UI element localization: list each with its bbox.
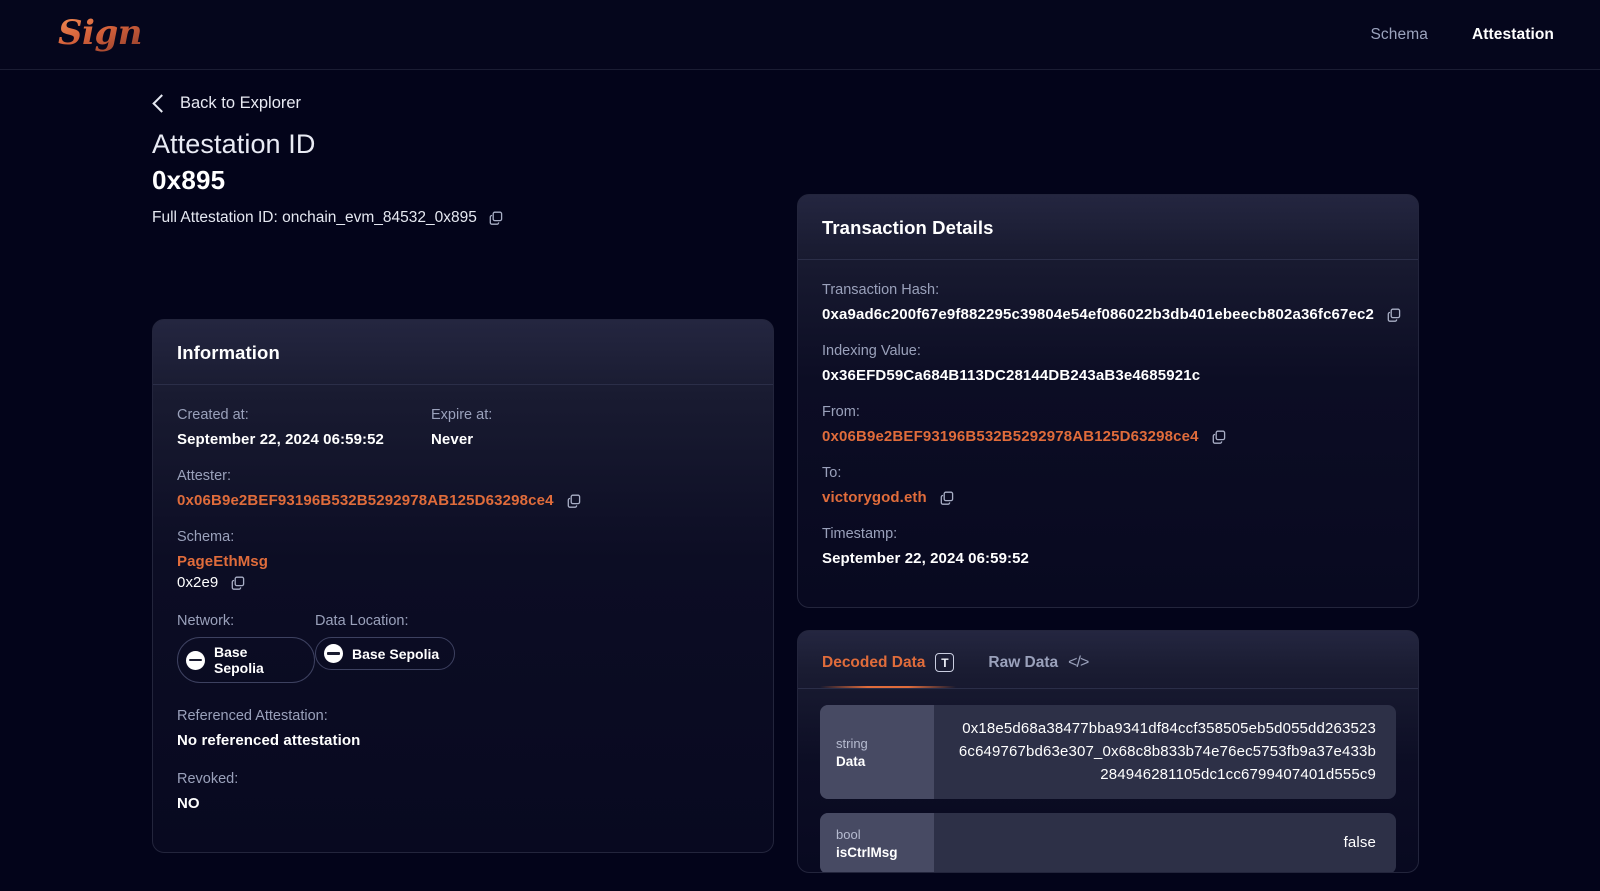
code-brackets-icon: </> [1068, 653, 1089, 671]
schema-name-link[interactable]: PageEthMsg [177, 553, 749, 570]
transaction-hash-value: 0xa9ad6c200f67e9f882295c39804e54ef086022… [822, 306, 1375, 323]
transaction-details-body: Transaction Hash: 0xa9ad6c200f67e9f88229… [798, 260, 1418, 591]
to-value-row: victorygod.eth [822, 489, 1394, 506]
tab-raw-data[interactable]: Raw Data </> [988, 653, 1089, 672]
data-location-label: Data Location: [315, 613, 409, 629]
transaction-details-card: Transaction Details Transaction Hash: 0x… [797, 194, 1419, 608]
information-card-body: Created at: September 22, 2024 06:59:52 … [153, 385, 773, 836]
decoded-data-value: 0x18e5d68a38477bba9341df84ccf358505eb5d0… [958, 720, 1376, 783]
information-card-title: Information [177, 342, 280, 363]
top-navigation-bar: Sign Schema Attestation [0, 0, 1600, 70]
created-expire-row: Created at: September 22, 2024 06:59:52 … [177, 407, 749, 448]
decoded-data-name: isCtrlMsg [836, 845, 898, 861]
base-chain-icon [324, 644, 343, 663]
from-address-link[interactable]: 0x06B9e2BEF93196B532B5292978AB125D63298c… [822, 428, 1199, 445]
page-title: Attestation ID [152, 129, 316, 159]
to-address-link[interactable]: victorygod.eth [822, 489, 927, 506]
schema-id-row: 0x2e9 [177, 574, 749, 591]
copy-icon[interactable] [230, 575, 246, 591]
revoked-label: Revoked: [177, 771, 239, 787]
transaction-details-header: Transaction Details [798, 195, 1418, 260]
referenced-attestation-value: No referenced attestation [177, 732, 361, 749]
network-location-row: Network: Base Sepolia Data Location: Bas… [177, 613, 749, 683]
indexing-value-label: Indexing Value: [822, 343, 921, 359]
tab-raw-data-label: Raw Data [988, 653, 1059, 671]
revoked-value: NO [177, 795, 200, 812]
back-to-explorer-label: Back to Explorer [180, 94, 302, 112]
copy-icon[interactable] [1386, 307, 1402, 323]
data-location-field: Data Location: Base Sepolia [315, 613, 749, 683]
attestation-id-value: 0x895 [152, 164, 226, 195]
copy-icon[interactable] [939, 490, 955, 506]
transaction-hash-row: 0xa9ad6c200f67e9f882295c39804e54ef086022… [822, 306, 1401, 323]
copy-icon[interactable] [1211, 429, 1227, 445]
decoded-data-value: false [1343, 834, 1376, 852]
transaction-details-title: Transaction Details [822, 217, 994, 238]
to-field: To: victorygod.eth [822, 465, 1394, 506]
information-card-header: Information [153, 320, 773, 385]
chevron-left-icon [152, 94, 171, 113]
decoded-data-name: Data [836, 753, 866, 769]
from-label: From: [822, 404, 860, 420]
page-title-block: Attestation ID 0x895 Full Attestation ID… [152, 128, 504, 227]
attester-value-row: 0x06B9e2BEF93196B532B5292978AB125D63298c… [177, 492, 749, 509]
timestamp-label: Timestamp: [822, 526, 898, 542]
tab-decoded-data-label: Decoded Data [822, 653, 926, 671]
from-value-row: 0x06B9e2BEF93196B532B5292978AB125D63298c… [822, 428, 1394, 445]
decoded-data-list: string Data 0x18e5d68a38477bba9341df84cc… [798, 689, 1418, 872]
expire-at-field: Expire at: Never [431, 407, 749, 448]
created-at-value: September 22, 2024 06:59:52 [177, 431, 384, 448]
decoded-data-row: string Data 0x18e5d68a38477bba9341df84cc… [820, 705, 1396, 800]
decoded-data-key-cell: string Data [820, 705, 934, 800]
schema-id-value: 0x2e9 [177, 574, 219, 591]
full-attestation-id-row: Full Attestation ID: onchain_evm_84532_0… [152, 209, 504, 227]
network-badge-label: Base Sepolia [214, 644, 264, 676]
from-field: From: 0x06B9e2BEF93196B532B5292978AB125D… [822, 404, 1394, 445]
attester-label: Attester: [177, 468, 231, 484]
copy-icon[interactable] [566, 493, 582, 509]
timestamp-value: September 22, 2024 06:59:52 [822, 550, 1029, 567]
data-panel-tabs: Decoded Data T Raw Data </> [798, 631, 1418, 689]
transaction-hash-field: Transaction Hash: 0xa9ad6c200f67e9f88229… [822, 282, 1401, 323]
network-badge[interactable]: Base Sepolia [177, 637, 315, 683]
attester-address-link[interactable]: 0x06B9e2BEF93196B532B5292978AB125D63298c… [177, 492, 554, 509]
created-at-label: Created at: [177, 407, 249, 423]
attester-field: Attester: 0x06B9e2BEF93196B532B5292978AB… [177, 468, 749, 509]
tab-decoded-data[interactable]: Decoded Data T [819, 653, 957, 688]
decoded-data-row: bool isCtrlMsg false [820, 813, 1396, 872]
nav-link-attestation[interactable]: Attestation [1472, 26, 1554, 44]
data-location-badge[interactable]: Base Sepolia [315, 637, 456, 670]
expire-at-label: Expire at: [431, 407, 493, 423]
expire-at-value: Never [431, 431, 474, 448]
indexing-value-value: 0x36EFD59Ca684B113DC28144DB243aB3e468592… [822, 367, 1201, 384]
back-to-explorer-link[interactable]: Back to Explorer [152, 94, 301, 113]
transaction-hash-label: Transaction Hash: [822, 282, 940, 298]
data-panel-card: Decoded Data T Raw Data </> string Data … [797, 630, 1419, 873]
network-field: Network: Base Sepolia [177, 613, 315, 683]
revoked-field: Revoked: NO [177, 771, 749, 812]
indexing-value-field: Indexing Value: 0x36EFD59Ca684B113DC2814… [822, 343, 1394, 384]
information-card: Information Created at: September 22, 20… [152, 319, 774, 853]
schema-label: Schema: [177, 529, 235, 545]
decoded-data-key-cell: bool isCtrlMsg [820, 813, 934, 872]
timestamp-field: Timestamp: September 22, 2024 06:59:52 [822, 526, 1394, 567]
full-attestation-id-text: Full Attestation ID: onchain_evm_84532_0… [152, 209, 477, 227]
to-label: To: [822, 465, 842, 481]
created-at-field: Created at: September 22, 2024 06:59:52 [177, 407, 431, 448]
copy-icon[interactable] [488, 210, 504, 226]
referenced-attestation-label: Referenced Attestation: [177, 708, 328, 724]
sign-logo[interactable]: Sign [58, 16, 142, 54]
nav-link-schema[interactable]: Schema [1370, 26, 1427, 44]
page-content: Back to Explorer Attestation ID 0x895 Fu… [0, 70, 1600, 891]
network-label: Network: [177, 613, 235, 629]
referenced-attestation-field: Referenced Attestation: No referenced at… [177, 708, 749, 749]
text-box-icon: T [935, 653, 955, 672]
data-location-badge-label: Base Sepolia [352, 645, 440, 662]
schema-field: Schema: PageEthMsg 0x2e9 [177, 529, 749, 591]
nav-links: Schema Attestation [1370, 26, 1554, 44]
decoded-data-type: bool [836, 827, 861, 843]
base-chain-icon [186, 650, 205, 670]
decoded-data-type: string [836, 735, 868, 751]
